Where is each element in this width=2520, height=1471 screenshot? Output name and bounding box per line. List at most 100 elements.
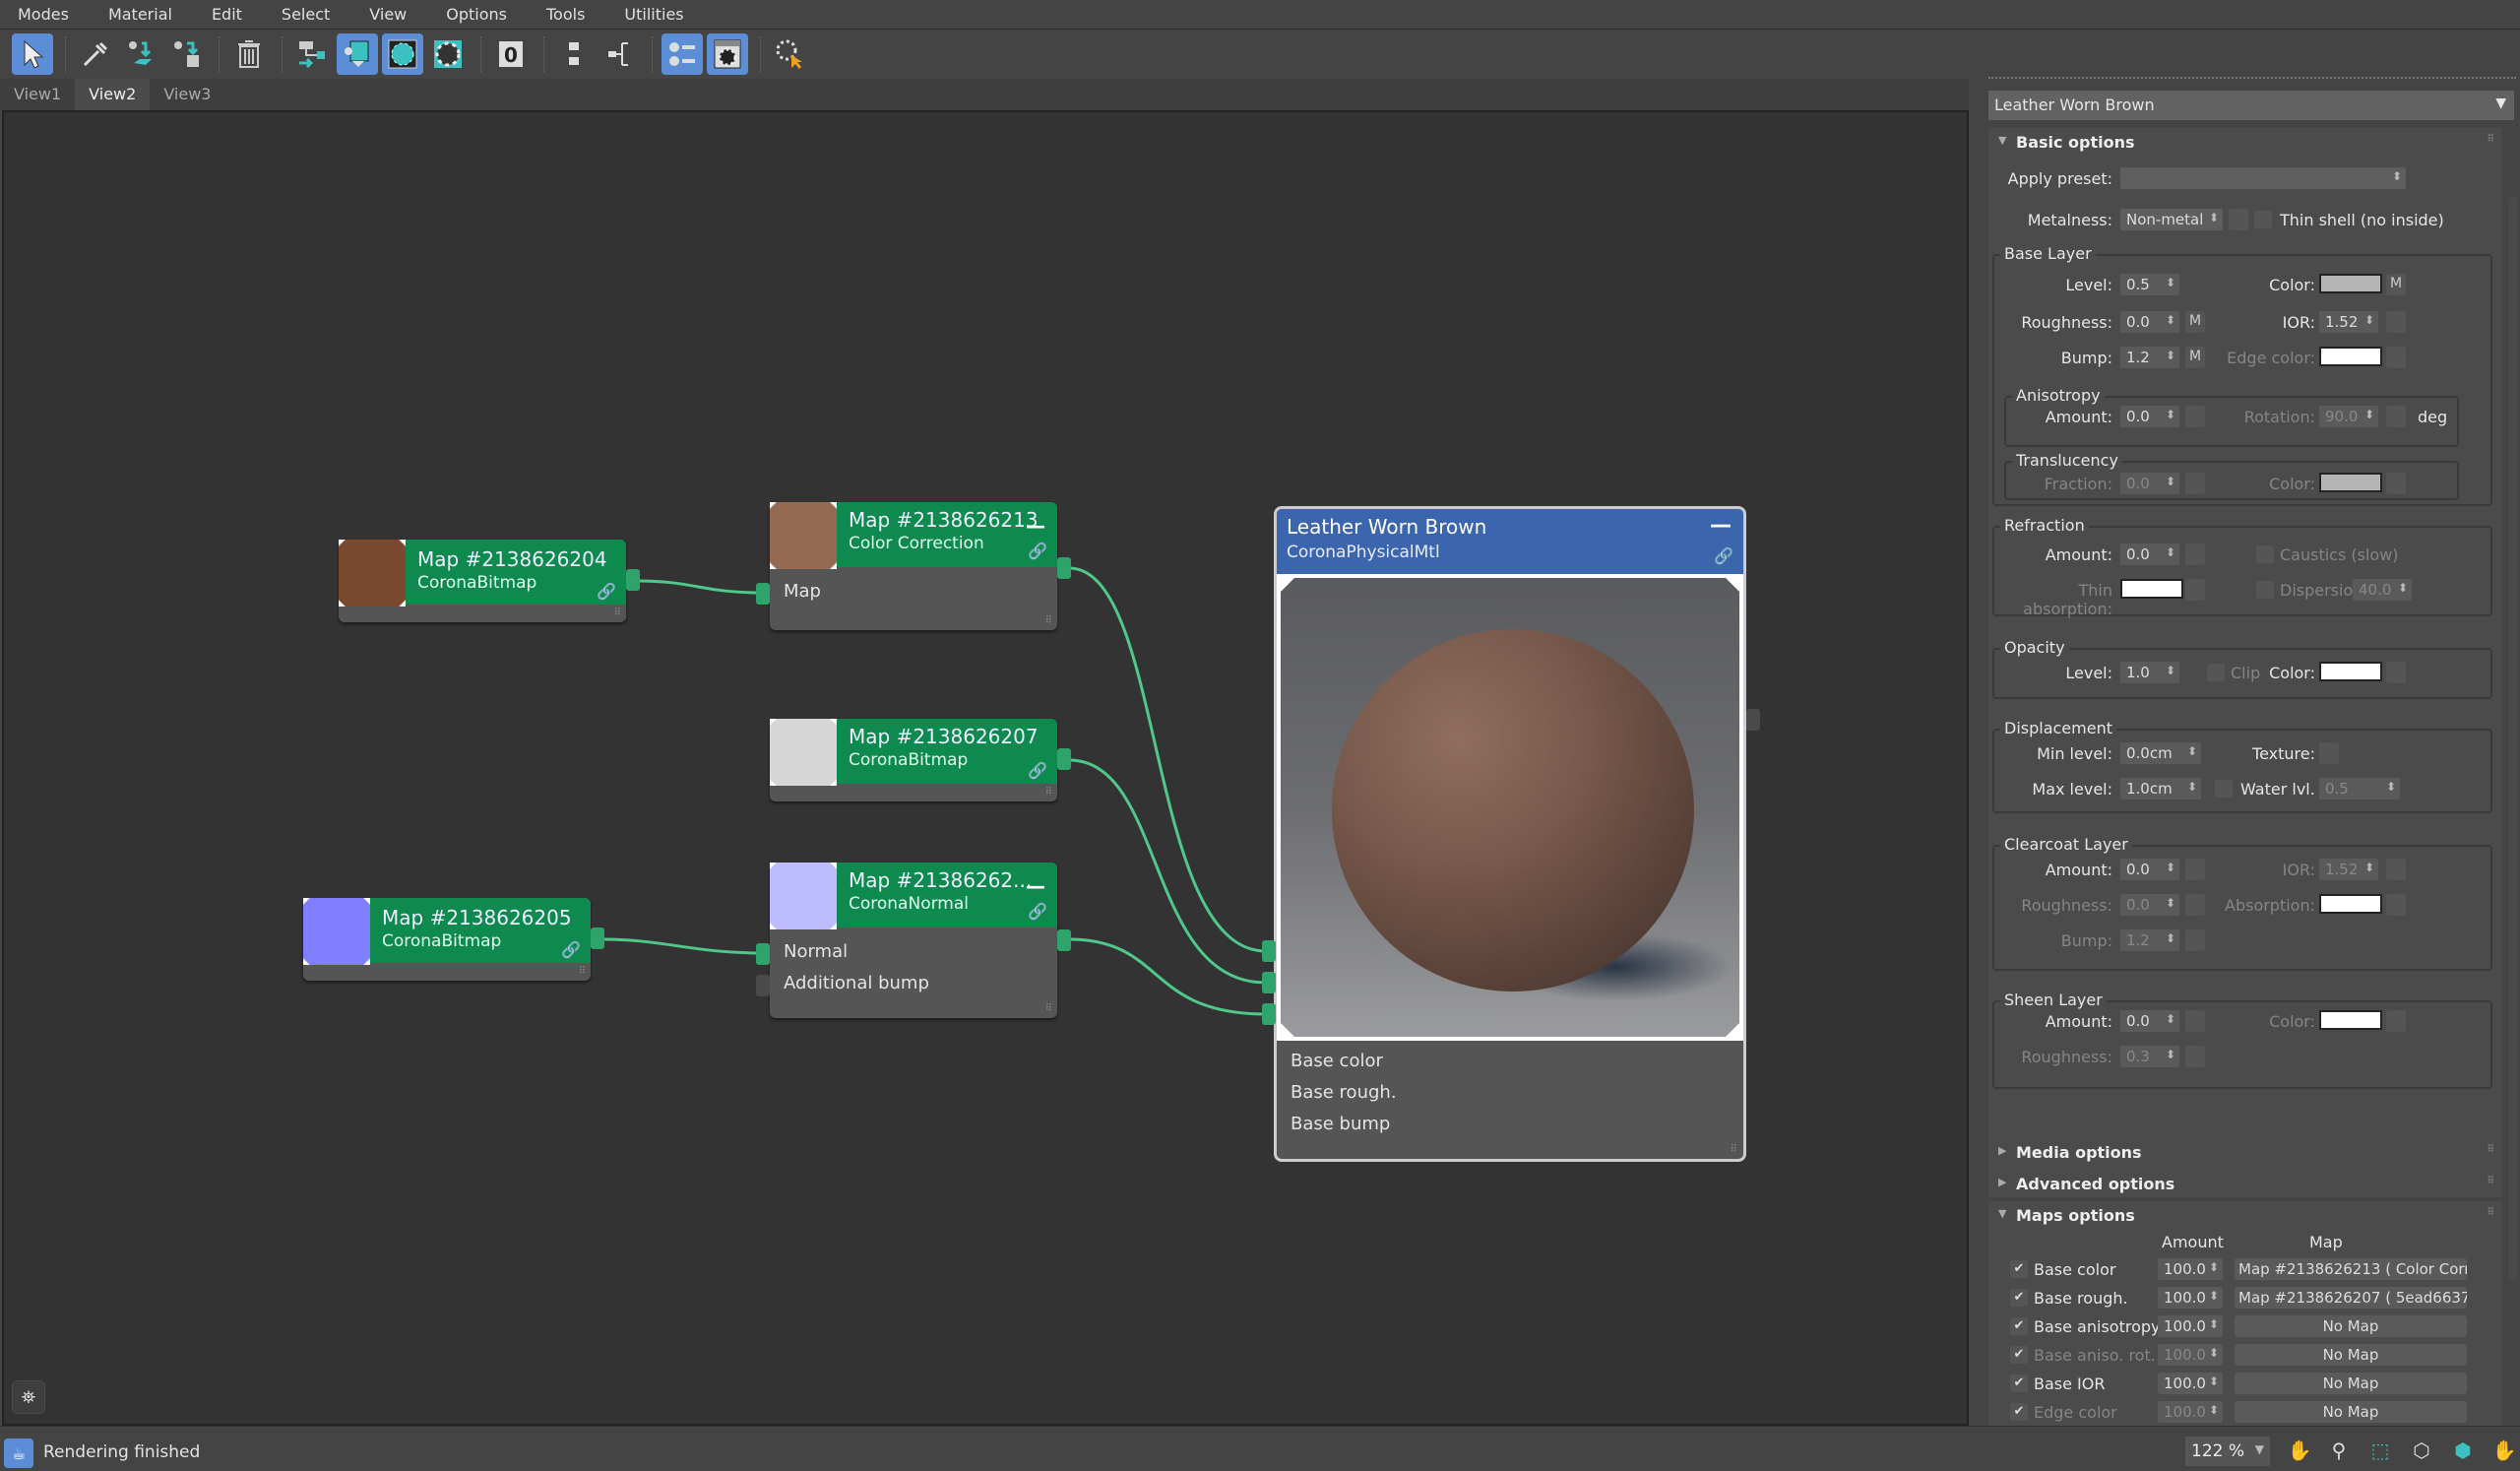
map-amount-spinner[interactable]: 100.0 — [2158, 1315, 2223, 1337]
menu-options[interactable]: Options — [428, 5, 507, 24]
dispersion-checkbox[interactable] — [2256, 581, 2274, 599]
navigator-button[interactable]: ⛯ — [12, 1380, 45, 1414]
water-level-spinner[interactable]: 0.5 — [2319, 778, 2400, 799]
map-enable-checkbox[interactable]: ✔ — [2010, 1317, 2028, 1335]
ior-map-button[interactable] — [2386, 311, 2406, 333]
metalness-map-button[interactable] — [2229, 209, 2248, 230]
map-amount-spinner[interactable]: 100.0 — [2158, 1344, 2223, 1366]
material-id-button[interactable]: 0 — [490, 33, 532, 75]
map-enable-checkbox[interactable]: ✔ — [2010, 1403, 2028, 1421]
translucency-color-map-button[interactable] — [2386, 473, 2406, 494]
opacity-map-button[interactable] — [2386, 662, 2406, 683]
pan-to-selected-icon[interactable]: ✋ — [2490, 1439, 2518, 1466]
node-map-2138626207[interactable]: Map #2138626207 CoronaBitmap 🔗 ⠿ — [770, 719, 1057, 801]
sheen-roughness-spinner[interactable]: 0.3 — [2120, 1046, 2179, 1067]
map-amount-spinner[interactable]: 100.0 — [2158, 1287, 2223, 1309]
refraction-map-button[interactable] — [2185, 544, 2205, 565]
menu-material[interactable]: Material — [91, 5, 172, 24]
opacity-level-spinner[interactable]: 1.0 — [2120, 662, 2179, 683]
water-level-checkbox[interactable] — [2215, 780, 2233, 798]
opacity-color-swatch[interactable] — [2319, 662, 2382, 681]
rotation-map-button[interactable] — [2386, 406, 2406, 427]
output-port[interactable] — [1057, 929, 1071, 951]
node-map-2138626205[interactable]: Map #2138626205 CoronaBitmap 🔗 ⠿ — [303, 898, 591, 981]
max-level-spinner[interactable]: 1.0cm — [2120, 778, 2201, 799]
menu-edit[interactable]: Edit — [194, 5, 242, 24]
clearcoat-bump-spinner[interactable]: 1.2 — [2120, 929, 2179, 951]
resize-grip-icon[interactable]: ⠿ — [1045, 1003, 1052, 1014]
collapse-icon[interactable]: — — [1710, 513, 1732, 538]
map-enable-checkbox[interactable]: ✔ — [2010, 1375, 2028, 1392]
clearcoat-amount-spinner[interactable]: 0.0 — [2120, 859, 2179, 880]
node-material-leather-worn-brown[interactable]: Leather Worn Brown CoronaPhysicalMtl — 🔗… — [1274, 506, 1746, 1162]
menu-tools[interactable]: Tools — [529, 5, 585, 24]
level-spinner[interactable]: 0.5 — [2120, 274, 2179, 295]
map-amount-spinner[interactable]: 100.0 — [2158, 1373, 2223, 1394]
base-color-swatch[interactable] — [2319, 274, 2382, 293]
resize-grip-icon[interactable]: ⠿ — [579, 966, 586, 977]
refraction-amount-spinner[interactable]: 0.0 — [2120, 544, 2179, 565]
edge-color-map-button[interactable] — [2386, 347, 2406, 368]
sheen-color-map-button[interactable] — [2386, 1010, 2406, 1032]
input-port-base-bump[interactable] — [1262, 1003, 1276, 1025]
input-port-map[interactable] — [756, 583, 770, 605]
pick-material-button[interactable] — [75, 33, 116, 75]
zoom-region-icon[interactable]: ⬚ — [2366, 1439, 2394, 1466]
render-preview-button[interactable] — [707, 33, 748, 75]
sheen-color-swatch[interactable] — [2319, 1010, 2382, 1030]
absorption-map-button[interactable] — [2386, 894, 2406, 916]
node-map-2138626213[interactable]: Map #2138626213 Color Correction — 🔗 Map… — [770, 502, 1057, 630]
roughness-map-button[interactable]: M — [2185, 311, 2205, 333]
apply-preset-dropdown[interactable] — [2120, 167, 2406, 189]
output-port[interactable] — [1057, 557, 1071, 579]
menu-modes[interactable]: Modes — [0, 5, 69, 24]
clearcoat-bump-map-button[interactable] — [2185, 929, 2205, 951]
collapse-icon[interactable]: — — [1026, 874, 1045, 898]
absorption-swatch[interactable] — [2319, 894, 2382, 914]
resize-grip-icon[interactable]: ⠿ — [1731, 1144, 1737, 1155]
bump-map-button[interactable]: M — [2185, 347, 2205, 368]
panel-scrollbar[interactable] — [2508, 197, 2518, 1280]
node-editor-canvas[interactable]: Map #2138626204 CoronaBitmap 🔗 ⠿ Map #21… — [2, 110, 1969, 1426]
metalness-dropdown[interactable]: Non-metal — [2120, 209, 2223, 230]
clearcoat-ior-spinner[interactable]: 1.52 — [2319, 859, 2378, 880]
clearcoat-roughness-map-button[interactable] — [2185, 894, 2205, 916]
input-port-additional-bump[interactable] — [756, 975, 770, 996]
zoom-dropdown[interactable]: 122 % ▼ — [2185, 1437, 2270, 1466]
node-map-21386262[interactable]: Map #21386262... CoronaNormal — 🔗 Normal… — [770, 863, 1057, 1018]
layout-children-button[interactable] — [598, 33, 640, 75]
move-children-button[interactable] — [291, 33, 333, 75]
sheen-roughness-map-button[interactable] — [2185, 1046, 2205, 1067]
sheen-amount-map-button[interactable] — [2185, 1010, 2205, 1032]
put-to-scene-button[interactable] — [120, 33, 161, 75]
tab-view3[interactable]: View3 — [150, 79, 224, 110]
pan-icon[interactable]: ✋ — [2286, 1439, 2313, 1466]
assign-material-button[interactable] — [165, 33, 207, 75]
node-map-2138626204[interactable]: Map #2138626204 CoronaBitmap 🔗 ⠿ — [339, 540, 626, 622]
sheen-amount-spinner[interactable]: 0.0 — [2120, 1010, 2179, 1032]
map-slot-button[interactable]: Map #2138626213 ( Color Corre — [2235, 1258, 2467, 1280]
map-enable-checkbox[interactable]: ✔ — [2010, 1346, 2028, 1364]
ior-spinner[interactable]: 1.52 — [2319, 311, 2378, 333]
tab-view1[interactable]: View1 — [0, 79, 75, 110]
select-tool-button[interactable] — [12, 33, 53, 75]
parameter-editor-button[interactable] — [662, 33, 703, 75]
rollout-header-advanced[interactable]: ▶ Advanced options ⠿ — [1988, 1170, 2502, 1199]
fraction-spinner[interactable]: 0.0 — [2120, 473, 2179, 494]
input-port-normal[interactable] — [756, 943, 770, 965]
caustics-checkbox[interactable] — [2256, 545, 2274, 563]
map-slot-button[interactable]: No Map — [2235, 1344, 2467, 1366]
resize-grip-icon[interactable]: ⠿ — [1045, 787, 1052, 798]
fraction-map-button[interactable] — [2185, 473, 2205, 494]
layout-vertical-button[interactable] — [553, 33, 595, 75]
clearcoat-amount-map-button[interactable] — [2185, 859, 2205, 880]
menu-select[interactable]: Select — [264, 5, 330, 24]
resize-grip-icon[interactable]: ⠿ — [614, 608, 621, 618]
collapse-icon[interactable]: — — [1026, 514, 1045, 538]
show-map-button[interactable] — [382, 33, 423, 75]
displacement-texture-button[interactable] — [2319, 742, 2339, 764]
rollout-header-maps[interactable]: ▼ Maps options ⠿ — [1988, 1201, 2502, 1231]
tab-view2[interactable]: View2 — [75, 79, 151, 110]
dispersion-spinner[interactable]: 40.0 — [2353, 579, 2412, 601]
show-background-button[interactable] — [337, 33, 378, 75]
